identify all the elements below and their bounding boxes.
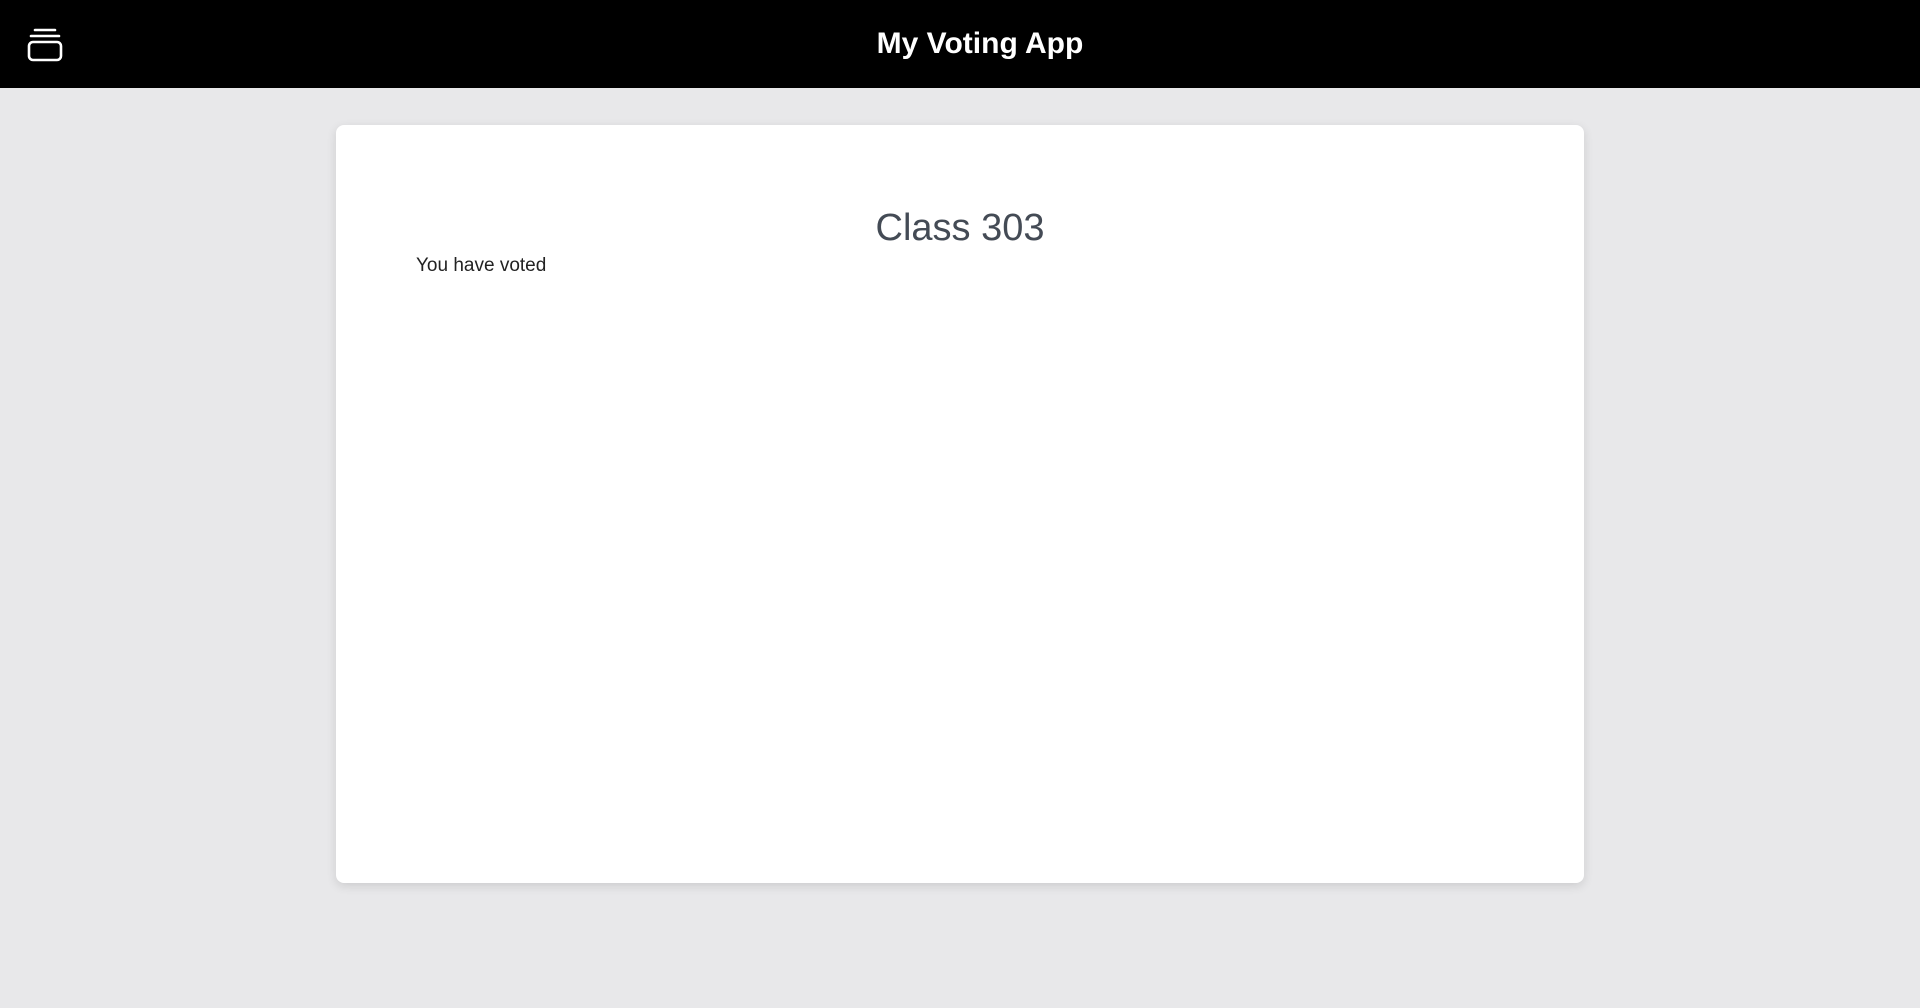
- app-title: My Voting App: [876, 27, 1084, 60]
- home-logo-button[interactable]: [26, 26, 64, 62]
- stacked-cards-icon: [26, 26, 64, 62]
- top-navbar: My Voting App: [0, 0, 1920, 88]
- content-card: Class 303 You have voted: [336, 125, 1584, 883]
- class-title: Class 303: [875, 207, 1045, 249]
- vote-status-text: You have voted: [416, 255, 547, 276]
